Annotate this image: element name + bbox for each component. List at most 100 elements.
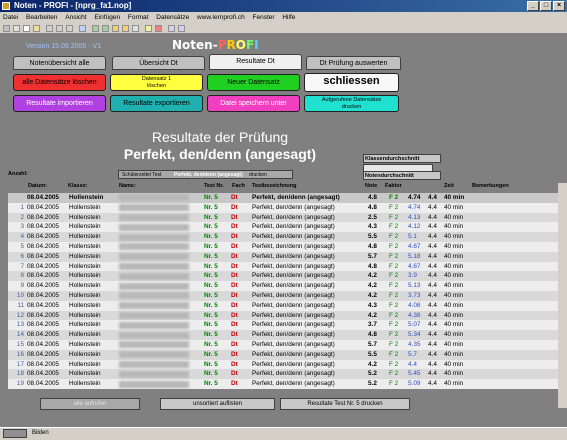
cell-nr: 2 [20,213,24,221]
cell-note: 4.2 [368,282,377,290]
table-row[interactable]: 11 08.04.2005 Hollenstein Nr. 5 Dt Perfekt, d… [8,300,560,311]
cell-fach: Dt [231,203,238,211]
save-file-as-button[interactable]: Datei speichern unter [207,95,300,112]
cell-note: 5.5 [368,350,377,358]
cell-desc: Perfekt, den/denn (angesagt) [252,242,335,250]
cell-v2: 4.4 [428,321,437,329]
menu-datei[interactable]: Datei [0,12,21,23]
minimize-button[interactable]: _ [527,1,539,11]
delete-record-button[interactable]: Datensatz 1 löschen [110,74,203,91]
table-row[interactable]: 8 08.04.2005 Hollenstein Nr. 5 Dt Perfekt, de… [8,271,560,282]
tab-dt-pruefung-auswerten[interactable]: Dt Prüfung auswerten [306,56,401,70]
paste-icon[interactable] [66,25,73,32]
cell-v1: 3.73 [408,291,421,299]
table-row[interactable]: 1 08.04.2005 Hollenstein Nr. 5 Dt Perfekt, de… [8,202,560,213]
maximize-button[interactable]: □ [540,1,552,11]
copy-icon[interactable] [56,25,63,32]
import-results-button[interactable]: Resultate importieren [13,95,106,112]
menu-fenster[interactable]: Fenster [250,12,278,23]
database-icon[interactable] [168,25,175,32]
cell-v1: 5.45 [408,370,421,378]
preview-icon[interactable] [33,25,40,32]
menu-ansicht[interactable]: Ansicht [62,12,89,23]
table-row[interactable]: 2 08.04.2005 Hollenstein Nr. 5 Dt Perfekt, de… [8,212,560,223]
cell-fach: Dt [231,213,238,221]
menu-bearbeiten[interactable]: Bearbeiten [23,12,60,23]
cell-nr: 3 [20,223,24,231]
filter-icon[interactable] [112,25,119,32]
table-row[interactable]: 18 08.04.2005 Hollenstein Nr. 5 Dt Perfekt, d… [8,369,560,380]
menu-hilfe[interactable]: Hilfe [279,12,298,23]
cell-name [119,253,189,261]
cell-v1: 4.4 [408,360,417,368]
cell-nr: 11 [17,301,24,309]
new-record-button[interactable]: Neuer Datensatz [207,74,300,91]
print-student-sheets-button[interactable]: Schülerzettel Test Perfekt, den/denn (an… [118,170,293,179]
close-window-button[interactable]: × [553,1,565,11]
cell-date: 08.04.2005 [27,233,59,241]
delete-record-icon[interactable] [155,25,162,32]
print-test-results-button[interactable]: Resultate Test Nr. 5 drucken [280,398,410,410]
save-icon[interactable] [13,25,20,32]
cell-test: Nr. 5 [204,301,218,309]
cell-name [119,370,189,378]
title-bar: Noten - PROFI - [nprg_fa1.nop] _ □ × [0,0,567,12]
table-row[interactable]: 17 08.04.2005 Hollenstein Nr. 5 Dt Perfekt, d… [8,359,560,370]
cell-date: 08.04.2005 [27,370,59,378]
cell-name [119,311,189,319]
table-row[interactable]: 19 08.04.2005 Hollenstein Nr. 5 Dt Perfekt, d… [8,379,560,389]
cell-note: 4.2 [368,291,377,299]
table-row[interactable]: 3 08.04.2005 Hollenstein Nr. 5 Dt Perfekt, de… [8,222,560,233]
new-record-icon[interactable] [145,25,152,32]
table-row[interactable]: 10 08.04.2005 Hollenstein Nr. 5 Dt Perfekt, d… [8,290,560,301]
menu-einfuegen[interactable]: Einfügen [91,12,123,23]
sort-asc-icon[interactable] [92,25,99,32]
sort-desc-icon[interactable] [102,25,109,32]
filter-form-icon[interactable] [122,25,129,32]
table-row[interactable]: 16 08.04.2005 Hollenstein Nr. 5 Dt Perfekt, d… [8,349,560,360]
table-row[interactable]: 9 08.04.2005 Hollenstein Nr. 5 Dt Perfekt, de… [8,281,560,291]
table-row[interactable]: 7 08.04.2005 Hollenstein Nr. 5 Dt Perfekt, de… [8,261,560,272]
export-results-button[interactable]: Resultate exportieren [110,95,203,112]
show-all-button[interactable]: alle aufrufen [40,398,140,410]
unsorted-list-button[interactable]: unsortiert auflisten [160,398,275,410]
cell-name [119,282,189,290]
tab-notenuebersicht-alle[interactable]: Notenübersicht alle [13,56,106,70]
menu-format[interactable]: Format [125,12,152,23]
table-row[interactable]: 5 08.04.2005 Hollenstein Nr. 5 Dt Perfekt, de… [8,241,560,252]
help-icon[interactable] [178,25,185,32]
cell-v2: 4.4 [428,370,437,378]
undo-icon[interactable] [79,25,86,32]
print-icon[interactable] [23,25,30,32]
tab-uebersicht-dt[interactable]: Übersicht Dt [112,56,205,70]
cell-nr: 7 [20,262,24,270]
table-row[interactable]: 6 08.04.2005 Hollenstein Nr. 5 Dt Perfekt, de… [8,251,560,262]
cell-v2: 4.4 [428,203,437,211]
table-row-new[interactable]: 08.04.2005 Hollenstein Nr. 5 Dt Perfekt, de… [8,193,560,203]
table-row[interactable]: 13 08.04.2005 Hollenstein Nr. 5 Dt Perfekt, d… [8,320,560,331]
tab-resultate-dt[interactable]: Resultate Dt [209,54,302,70]
cell-date: 08.04.2005 [27,340,59,348]
table-row[interactable]: 12 08.04.2005 Hollenstein Nr. 5 Dt Perfekt, d… [8,310,560,321]
vertical-scrollbar[interactable] [558,183,567,408]
cell-faktor: F 2 [389,233,399,241]
view-icon[interactable] [3,25,10,32]
menu-website[interactable]: www.lernprofi.ch [194,12,248,23]
delete-all-button[interactable]: alle Datensätze löschen [13,74,106,91]
col-note: Note [365,183,378,189]
cell-place: Hollenstein [69,301,101,309]
cell-v2: 4.4 [428,282,437,290]
window-title: Noten - PROFI - [nprg_fa1.nop] [14,1,132,10]
table-row[interactable]: 4 08.04.2005 Hollenstein Nr. 5 Dt Perfekt, de… [8,232,560,242]
cut-icon[interactable] [46,25,53,32]
cell-date: 08.04.2005 [27,321,59,329]
print-records-button[interactable]: Aufgerufene Datensätze drucken [304,95,399,112]
close-form-button[interactable]: schliessen [304,73,399,92]
table-row[interactable]: 14 08.04.2005 Hollenstein Nr. 5 Dt Perfekt, d… [8,330,560,340]
menu-datensaetze[interactable]: Datensätze [153,12,192,23]
cell-test: Nr. 5 [204,242,218,250]
table-row[interactable]: 15 08.04.2005 Hollenstein Nr. 5 Dt Perfekt, d… [8,339,560,350]
cell-test: Nr. 5 [204,282,218,290]
cell-test: Nr. 5 [204,262,218,270]
find-icon[interactable] [132,25,139,32]
